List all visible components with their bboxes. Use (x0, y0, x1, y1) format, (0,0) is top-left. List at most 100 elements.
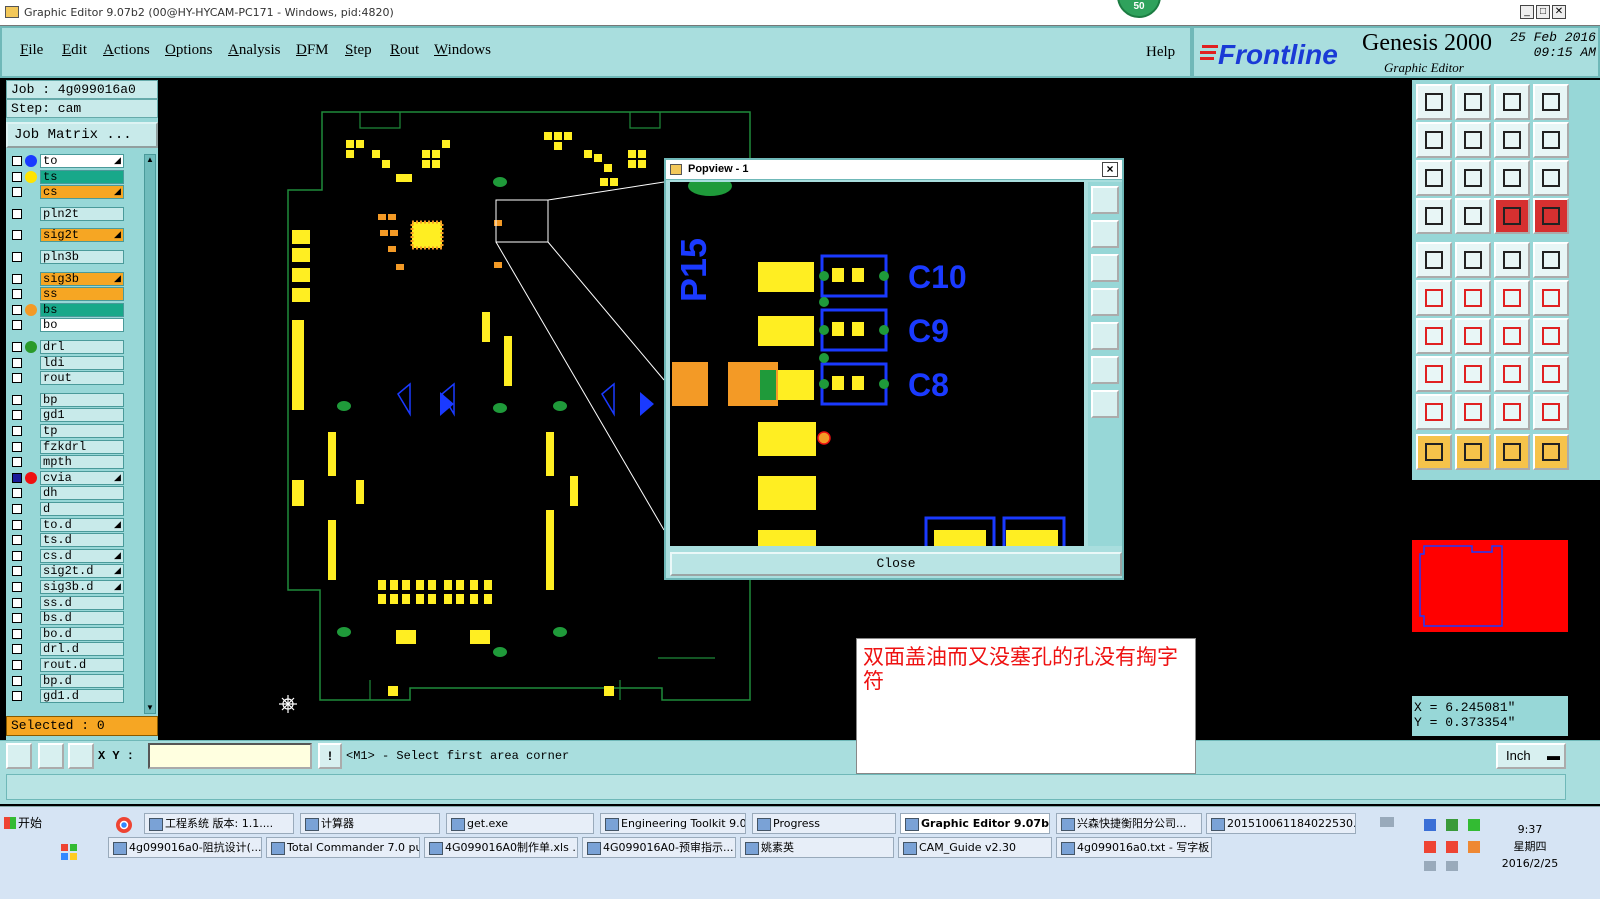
triangle-icon[interactable] (1416, 394, 1452, 430)
layer-checkbox[interactable] (12, 597, 22, 608)
layer-row-cs[interactable]: cs ◢ (10, 185, 132, 200)
rotate-icon[interactable] (1494, 318, 1530, 354)
net-icon[interactable] (1455, 198, 1491, 234)
layer-name[interactable]: ldi (40, 355, 124, 370)
filter-icon[interactable] (1416, 198, 1452, 234)
layer-row-bs[interactable]: bs (10, 302, 132, 317)
layer-row-sig2t[interactable]: sig2t ◢ (10, 228, 132, 243)
unit-selector[interactable]: Inch ▬ (1496, 743, 1566, 769)
layer-row-bo.d[interactable]: bo.d (10, 626, 132, 641)
taskbar-item[interactable]: 4G099016A0-预审指示... (582, 837, 736, 858)
zoom-area-button[interactable] (6, 743, 32, 769)
layer-row-mpth[interactable]: mpth (10, 455, 132, 470)
mirror-icon[interactable] (1533, 318, 1569, 354)
layer-name[interactable]: mpth (40, 455, 124, 470)
layer-name[interactable]: bp.d (40, 673, 124, 688)
taskbar-item[interactable]: 兴森快捷衡阳分公司... (1056, 813, 1202, 834)
add-line-icon[interactable] (1494, 280, 1530, 316)
ratio-icon[interactable] (1494, 160, 1530, 196)
layer-checkbox[interactable] (12, 171, 22, 182)
popview-tool-4[interactable] (1091, 288, 1119, 316)
layer-row-ss[interactable]: ss (10, 287, 132, 302)
menu-rout[interactable]: Rout (390, 42, 419, 59)
layer-name[interactable]: sig3b.d (40, 580, 124, 594)
layer-row-pln3b[interactable]: pln3b (10, 250, 132, 264)
layer-row-ldi[interactable]: ldi (10, 355, 132, 370)
layer-name[interactable]: rout (40, 371, 124, 386)
resize-icon[interactable] (1494, 356, 1530, 392)
layer-checkbox[interactable] (12, 613, 22, 624)
xy-input[interactable] (148, 743, 312, 769)
layer-name[interactable]: rout.d (40, 658, 124, 672)
popview-tool-3[interactable] (1091, 254, 1119, 282)
taskbar-item[interactable]: 4G099016A0制作单.xls ... (424, 837, 578, 858)
layer-name[interactable]: cs.d (40, 548, 124, 563)
layer-checkbox[interactable] (12, 304, 22, 315)
layer-row-d[interactable]: d (10, 502, 132, 516)
menu-file[interactable]: File (20, 42, 43, 59)
layer-row-dh[interactable]: dh (10, 486, 132, 501)
layer-checkbox[interactable] (12, 628, 22, 639)
layer-checkbox[interactable] (12, 691, 22, 702)
taskbar-item[interactable]: 201510061184022530.rt... (1206, 813, 1356, 834)
zoom-fit-icon[interactable] (1494, 122, 1530, 158)
layer-name[interactable]: pln2t (40, 206, 124, 221)
menu-edit[interactable]: Edit (62, 42, 87, 59)
layer-row-ts[interactable]: ts (10, 169, 132, 184)
cross-icon[interactable] (1455, 280, 1491, 316)
layer-name[interactable]: ss (40, 287, 124, 302)
font-icon[interactable] (1494, 394, 1530, 430)
connect-icon[interactable] (1416, 280, 1452, 316)
layer-checkbox[interactable] (12, 187, 22, 198)
layer-checkbox[interactable] (12, 252, 22, 262)
layer-row-bp[interactable]: bp (10, 392, 132, 407)
layer-row-pln2t[interactable]: pln2t (10, 206, 132, 221)
select-icon[interactable] (1455, 434, 1491, 470)
measure-icon[interactable] (1455, 242, 1491, 278)
layer-name[interactable]: gd1.d (40, 689, 124, 704)
copy-icon[interactable] (1416, 356, 1452, 392)
menu-actions[interactable]: Actions (103, 42, 150, 59)
layer-checkbox[interactable] (12, 342, 22, 352)
layer-name[interactable]: to (40, 154, 124, 168)
layer-row-rout.d[interactable]: rout.d (10, 658, 132, 672)
taskbar-item[interactable]: CAM_Guide v2.30 (898, 837, 1052, 858)
measure-button[interactable] (38, 743, 64, 769)
layer-name[interactable]: ts.d (40, 533, 124, 548)
ruler-icon[interactable] (1494, 242, 1530, 278)
layer-checkbox[interactable] (12, 410, 22, 421)
minimap[interactable] (1412, 540, 1568, 632)
select-net-icon[interactable] (1494, 198, 1530, 234)
layer-row-to[interactable]: to ◢ (10, 154, 132, 168)
layer-checkbox[interactable] (12, 504, 22, 514)
layer-checkbox[interactable] (12, 441, 22, 452)
home-icon[interactable] (1494, 84, 1530, 120)
layer-checkbox[interactable] (12, 208, 22, 219)
layer-row-bs.d[interactable]: bs.d (10, 611, 132, 626)
layer-name[interactable]: bs.d (40, 611, 124, 626)
layer-name[interactable]: sig2t.d (40, 564, 124, 579)
add-text-icon[interactable] (1455, 394, 1491, 430)
menu-analysis[interactable]: Analysis (228, 42, 281, 59)
layer-scrollbar[interactable]: ▲ ▼ (144, 154, 156, 714)
menu-step[interactable]: Step (345, 42, 372, 59)
layer-row-sig2t.d[interactable]: sig2t.d ◢ (10, 564, 132, 579)
layer-name[interactable]: cvia (40, 470, 124, 485)
group-icon[interactable] (1533, 356, 1569, 392)
exclaim-button[interactable]: ! (318, 743, 342, 769)
shape-icon[interactable] (1533, 394, 1569, 430)
delete-line-icon[interactable] (1455, 356, 1491, 392)
add-arc-icon[interactable] (1533, 280, 1569, 316)
menu-help[interactable]: Help (1146, 44, 1175, 61)
layer-name[interactable]: bs (40, 302, 124, 317)
layer-checkbox[interactable] (12, 535, 22, 546)
cut-icon[interactable] (1533, 434, 1569, 470)
target-icon[interactable] (1533, 242, 1569, 278)
layer-checkbox[interactable] (12, 644, 22, 655)
taskbar-item[interactable]: Progress (752, 813, 896, 834)
layer-checkbox[interactable] (12, 156, 22, 166)
layer-row-drl[interactable]: drl (10, 340, 132, 354)
layer-checkbox[interactable] (12, 426, 22, 436)
start-button[interactable]: 开始 (2, 813, 54, 835)
minimize-button[interactable]: _ (1520, 5, 1534, 19)
